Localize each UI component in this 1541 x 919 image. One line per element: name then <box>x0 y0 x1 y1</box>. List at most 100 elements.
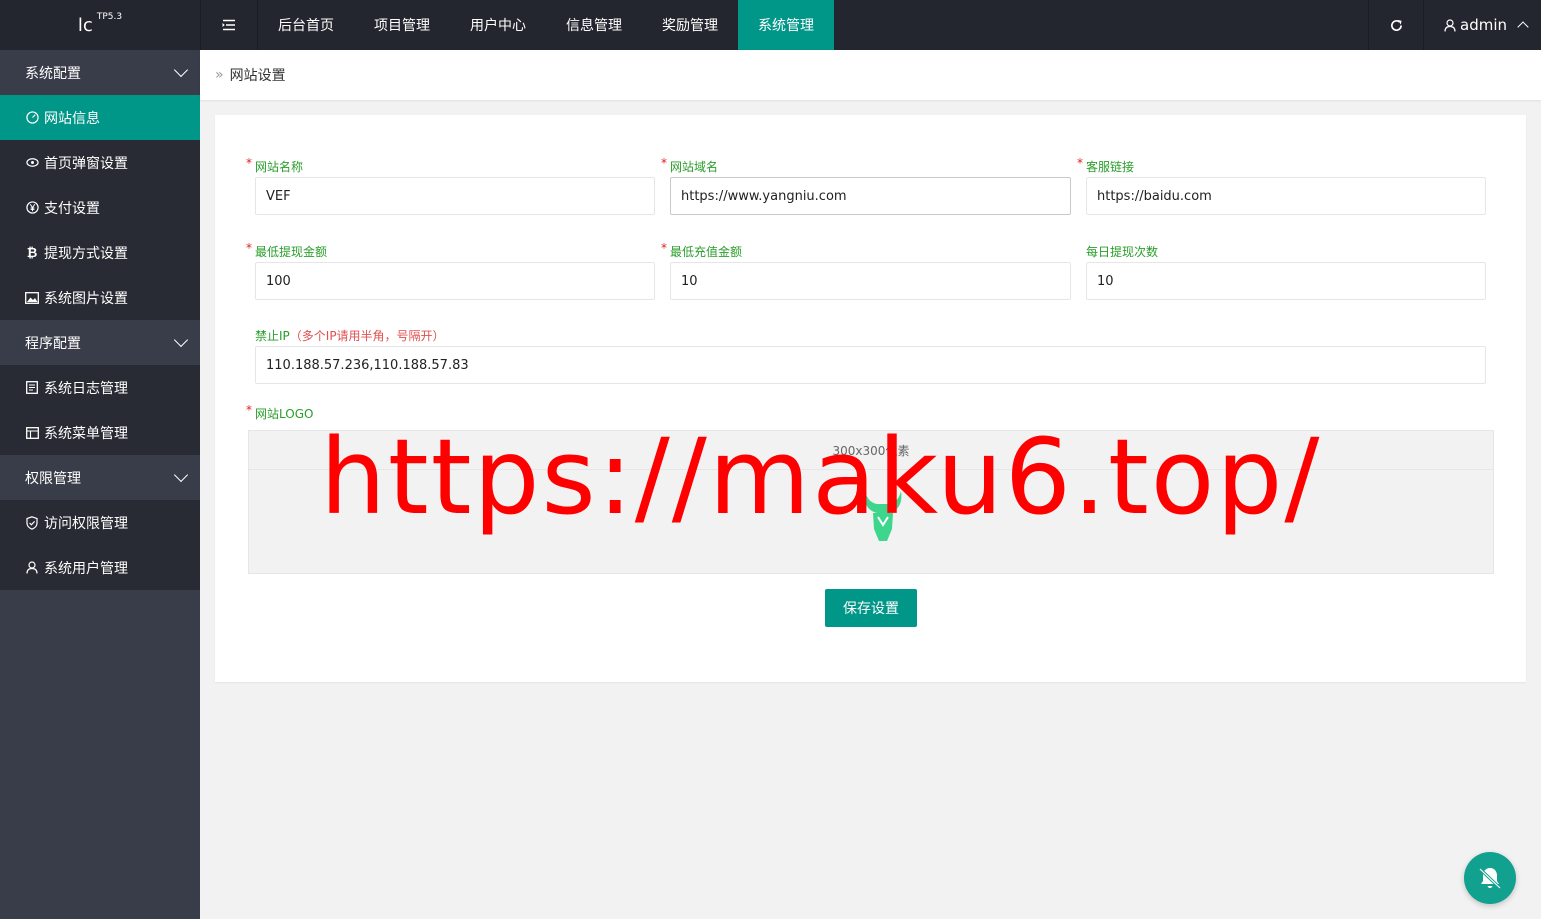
service-link-field: * 客服链接 https://baidu.com <box>1077 156 1486 215</box>
required-mark: * <box>1077 156 1083 170</box>
sidebar-group-label: 系统配置 <box>25 65 81 82</box>
min-withdraw-input[interactable]: 100 <box>255 262 655 300</box>
refresh-icon <box>1390 19 1402 31</box>
required-mark: * <box>246 403 252 417</box>
sidebar-item-site-info[interactable]: 网站信息 <box>0 95 200 140</box>
tab-info[interactable]: 信息管理 <box>546 0 642 50</box>
tab-rewards[interactable]: 奖励管理 <box>642 0 738 50</box>
min-withdraw-field: * 最低提现金额 100 <box>246 241 655 300</box>
sidebar-item-label: 网站信息 <box>44 110 100 127</box>
image-icon <box>25 291 39 305</box>
site-domain-field: * 网站域名 https://www.yangniu.com <box>661 156 1071 215</box>
banned-ip-hint: （多个IP请用半角，号隔开） <box>289 329 445 343</box>
menu-fold-icon <box>222 19 235 31</box>
label-text: 网站名称 <box>255 160 304 174</box>
sidebar-item-label: 系统日志管理 <box>44 380 128 397</box>
daily-withdraw-field: 每日提现次数 10 <box>1086 242 1486 300</box>
label-text: 客服链接 <box>1086 160 1135 174</box>
required-mark: * <box>661 241 667 255</box>
label-text: 网站域名 <box>670 160 719 174</box>
tab-projects[interactable]: 项目管理 <box>354 0 450 50</box>
bell-off-icon <box>1478 867 1502 890</box>
user-icon <box>25 561 39 575</box>
chevron-down-icon <box>173 467 189 483</box>
top-navbar: 后台首页 项目管理 用户中心 信息管理 奖励管理 系统管理 admin <box>200 0 1541 50</box>
sidebar-toggle-button[interactable] <box>200 0 258 50</box>
eye-icon <box>25 156 39 170</box>
label-text: 最低充值金额 <box>670 245 743 259</box>
sidebar-item-user-management[interactable]: 系统用户管理 <box>0 545 200 590</box>
dashboard-icon <box>25 111 39 125</box>
shield-icon <box>25 515 39 530</box>
tab-label: 后台首页 <box>278 18 334 34</box>
sidebar-group-system-config[interactable]: 系统配置 <box>0 50 200 95</box>
logo-version: TP5.3 <box>96 12 123 22</box>
bitcoin-icon: ₿ <box>26 245 38 261</box>
sidebar-item-menu-management[interactable]: 系统菜单管理 <box>0 410 200 455</box>
sidebar-group-program-config[interactable]: 程序配置 <box>0 320 200 365</box>
site-logo-label: * 网站LOGO <box>246 403 555 424</box>
min-recharge-label: * 最低充值金额 <box>661 241 1071 262</box>
sidebar-item-payment-settings[interactable]: 支付设置 <box>0 185 200 230</box>
breadcrumb: » 网站设置 <box>200 50 1541 100</box>
service-link-input[interactable]: https://baidu.com <box>1086 177 1486 215</box>
daily-withdraw-label: 每日提现次数 <box>1086 242 1486 262</box>
sidebar-group-label: 权限管理 <box>25 470 81 487</box>
site-domain-input[interactable]: https://www.yangniu.com <box>670 177 1071 215</box>
site-logo-field: * 网站LOGO <box>246 403 555 424</box>
tab-label: 项目管理 <box>374 18 430 34</box>
menu-table-icon <box>25 426 39 440</box>
floating-notification-button[interactable] <box>1464 852 1516 904</box>
sidebar-item-label: 支付设置 <box>44 200 100 217</box>
label-text: 最低提现金额 <box>255 245 328 259</box>
save-settings-button[interactable]: 保存设置 <box>825 589 917 627</box>
sidebar-item-label: 首页弹窗设置 <box>44 155 128 172</box>
site-logo-image <box>864 491 902 541</box>
sidebar-item-image-settings[interactable]: 系统图片设置 <box>0 275 200 320</box>
sidebar-item-label: 访问权限管理 <box>44 515 128 532</box>
banned-ip-label: 禁止IP（多个IP请用半角，号隔开） <box>255 326 1486 346</box>
sidebar-item-label: 系统菜单管理 <box>44 425 128 442</box>
sidebar-group-label: 程序配置 <box>25 335 81 352</box>
daily-withdraw-input[interactable]: 10 <box>1086 262 1486 300</box>
label-text: 每日提现次数 <box>1086 245 1159 259</box>
tab-label: 奖励管理 <box>662 18 718 34</box>
sidebar-item-label: 提现方式设置 <box>44 245 128 262</box>
sidebar-item-popup-settings[interactable]: 首页弹窗设置 <box>0 140 200 185</box>
yen-icon <box>25 201 39 215</box>
sidebar-item-label: 系统图片设置 <box>44 290 128 307</box>
refresh-button[interactable] <box>1368 0 1424 50</box>
sidebar-item-log-management[interactable]: 系统日志管理 <box>0 365 200 410</box>
sidebar: lc TP5.3 系统配置 网站信息 首页弹窗设置 支付设置 ₿ 提现方式设置 … <box>0 0 200 919</box>
required-mark: * <box>246 156 252 170</box>
min-recharge-input[interactable]: 10 <box>670 262 1071 300</box>
logo-size-hint: 300x300像素 <box>249 431 1493 470</box>
site-name-input[interactable]: VEF <box>255 177 655 215</box>
banned-ip-input[interactable]: 110.188.57.236,110.188.57.83 <box>255 346 1486 384</box>
user-icon <box>1444 18 1456 32</box>
site-domain-label: * 网站域名 <box>661 156 1071 177</box>
site-name-label: * 网站名称 <box>246 156 655 177</box>
logo-upload-area[interactable]: 300x300像素 <box>248 430 1494 574</box>
site-name-field: * 网站名称 VEF <box>246 156 655 215</box>
chevron-down-icon <box>173 62 189 78</box>
sidebar-item-withdraw-settings[interactable]: ₿ 提现方式设置 <box>0 230 200 275</box>
tab-users[interactable]: 用户中心 <box>450 0 546 50</box>
service-link-label: * 客服链接 <box>1077 156 1486 177</box>
breadcrumb-separator: » <box>215 67 224 83</box>
min-recharge-field: * 最低充值金额 10 <box>661 241 1071 300</box>
tab-dashboard[interactable]: 后台首页 <box>258 0 354 50</box>
chevron-down-icon <box>173 332 189 348</box>
sidebar-item-label: 系统用户管理 <box>44 560 128 577</box>
sidebar-group-permission[interactable]: 权限管理 <box>0 455 200 500</box>
breadcrumb-current: 网站设置 <box>229 68 286 84</box>
tab-label: 系统管理 <box>758 18 814 34</box>
banned-ip-field: 禁止IP（多个IP请用半角，号隔开） 110.188.57.236,110.18… <box>255 326 1486 384</box>
label-text: 禁止IP <box>255 329 290 343</box>
chevron-up-icon <box>1517 21 1529 33</box>
sidebar-item-access-permission[interactable]: 访问权限管理 <box>0 500 200 545</box>
user-menu[interactable]: admin <box>1424 0 1541 50</box>
app-logo[interactable]: lc TP5.3 <box>0 0 200 50</box>
required-mark: * <box>246 241 252 255</box>
tab-system[interactable]: 系统管理 <box>738 0 834 50</box>
